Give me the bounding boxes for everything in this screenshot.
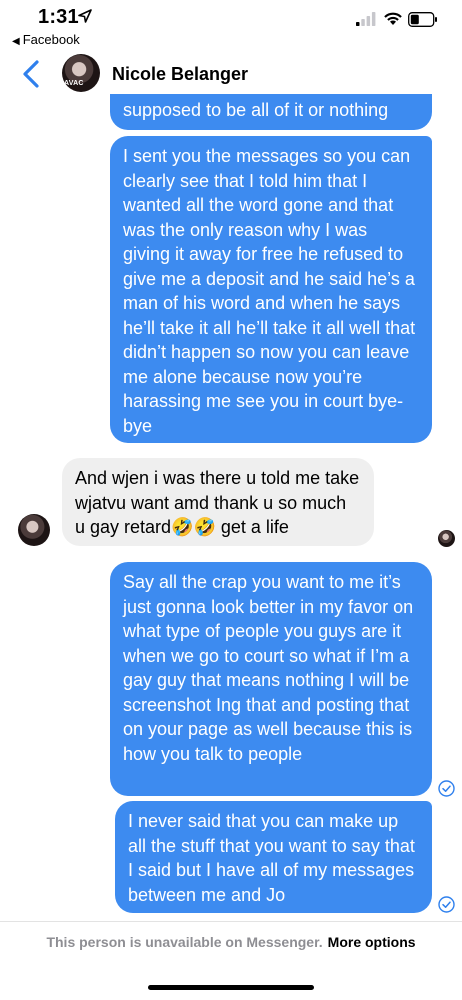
delivered-check-icon <box>438 780 455 797</box>
unavailable-footer: This person is unavailable on Messenger.… <box>0 934 462 950</box>
cellular-signal-icon <box>356 12 376 26</box>
more-options-button[interactable]: More options <box>328 934 416 950</box>
delivered-check-icon <box>438 896 455 913</box>
sender-avatar[interactable] <box>18 514 50 546</box>
avatar-tag: AVAC <box>64 80 84 87</box>
home-indicator[interactable] <box>148 985 314 990</box>
message-bubble-outgoing[interactable]: I never said that you can make up all th… <box>115 801 432 913</box>
location-arrow-icon <box>78 9 92 23</box>
status-bar: 1:31 ◀ Facebook <box>0 0 462 50</box>
back-chevron-icon[interactable] <box>22 60 40 88</box>
back-triangle-icon: ◀ <box>12 36 20 47</box>
back-to-app-link[interactable]: ◀ Facebook <box>12 32 80 47</box>
message-bubble-outgoing[interactable]: I sent you the messages so you can clear… <box>110 136 432 443</box>
status-time: 1:31 <box>38 6 79 28</box>
back-app-label: Facebook <box>22 32 80 47</box>
wifi-icon <box>384 12 402 25</box>
message-bubble-incoming[interactable]: And wjen i was there u told me take wjat… <box>62 458 374 546</box>
unavailable-notice: This person is unavailable on Messenger. <box>46 934 323 950</box>
contact-name[interactable]: Nicole Belanger <box>112 64 248 85</box>
battery-icon <box>408 12 437 27</box>
footer-divider <box>0 921 462 922</box>
message-bubble-outgoing[interactable]: supposed to be all of it or nothing <box>110 94 432 130</box>
conversation-header: AVAC Nicole Belanger <box>0 50 462 100</box>
contact-avatar[interactable]: AVAC <box>62 54 100 92</box>
message-bubble-outgoing[interactable]: Say all the crap you want to me it’s jus… <box>110 562 432 796</box>
seen-receipt-avatar <box>438 530 455 547</box>
